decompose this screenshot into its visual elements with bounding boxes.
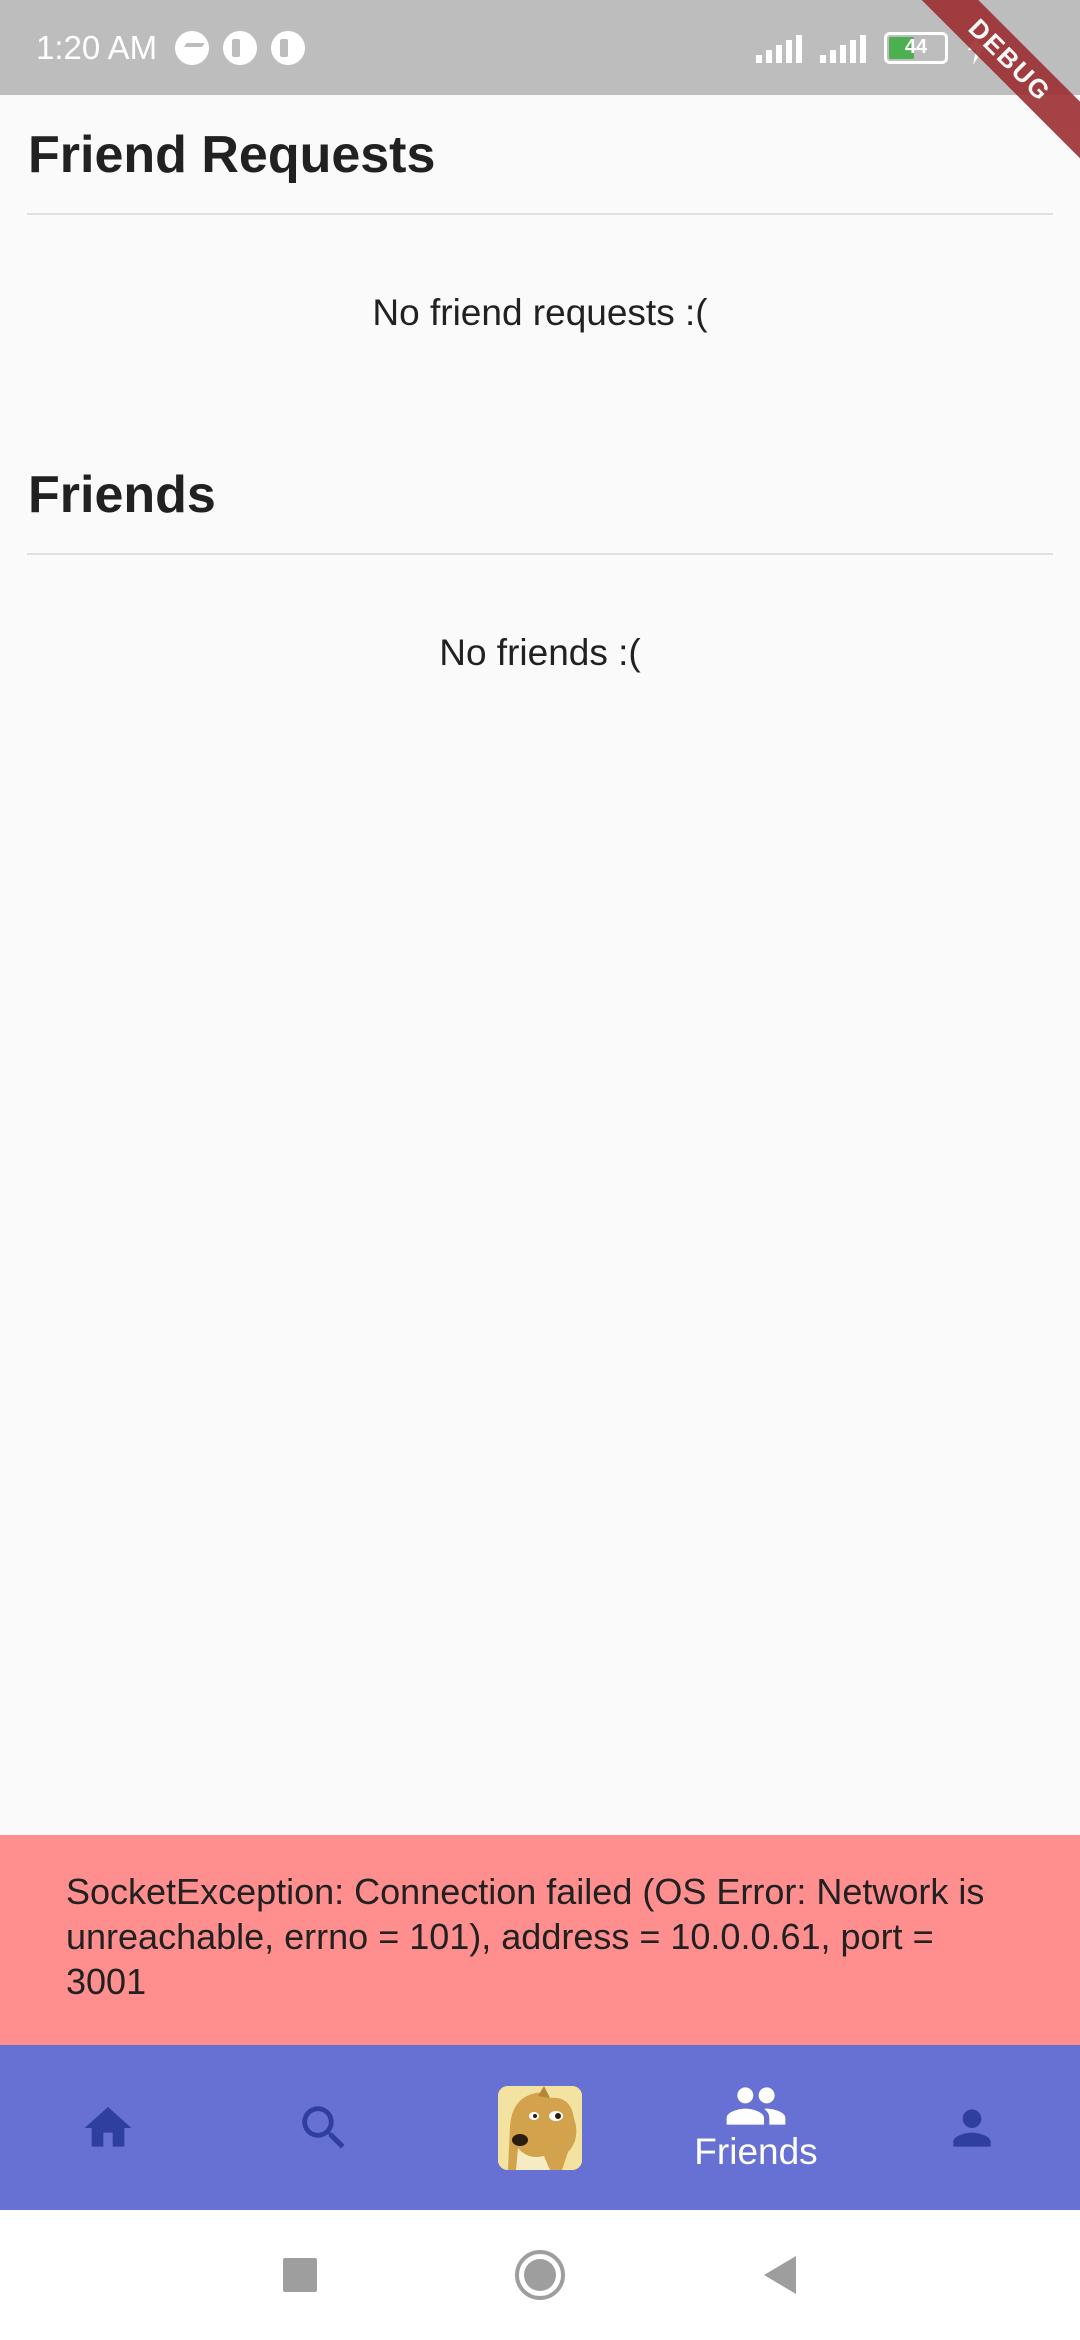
friend-requests-title: Friend Requests xyxy=(28,126,436,184)
friends-page: Friend Requests No friend requests :( Fr… xyxy=(0,95,1080,775)
back-triangle-icon xyxy=(764,2256,796,2294)
nav-friends-label: Friends xyxy=(694,2130,818,2172)
back-button[interactable] xyxy=(740,2235,820,2315)
status-bar: 1:20 AM 44 xyxy=(0,0,1080,95)
nav-search[interactable] xyxy=(234,2045,414,2210)
messenger-icon xyxy=(175,30,210,65)
bottom-navigation: Friends xyxy=(0,2045,1080,2210)
doge-icon xyxy=(498,2085,582,2170)
nav-doge-profile[interactable] xyxy=(450,2045,630,2210)
signal-icon xyxy=(820,33,866,63)
system-home-button[interactable] xyxy=(500,2235,580,2315)
app-notification-icon xyxy=(223,30,258,65)
person-icon xyxy=(953,2108,991,2147)
people-icon xyxy=(726,2086,786,2125)
status-time: 1:20 AM xyxy=(36,28,158,66)
search-icon xyxy=(302,2105,345,2149)
error-snackbar: SocketException: Connection failed (OS E… xyxy=(0,1835,1080,2045)
status-bar-left: 1:20 AM xyxy=(36,28,306,67)
nav-home[interactable] xyxy=(18,2045,198,2210)
signal-icon xyxy=(756,33,802,63)
friend-requests-empty-message: No friend requests :( xyxy=(372,292,708,333)
doge-avatar xyxy=(498,2085,582,2170)
nav-friends[interactable]: Friends xyxy=(666,2045,846,2210)
friends-title: Friends xyxy=(28,466,216,524)
error-message: SocketException: Connection failed (OS E… xyxy=(66,1871,985,2002)
recents-button[interactable] xyxy=(260,2235,340,2315)
system-navigation-bar xyxy=(0,2210,1080,2340)
battery-level: 44 xyxy=(904,36,928,58)
nav-profile[interactable] xyxy=(882,2045,1062,2210)
friends-empty-message: No friends :( xyxy=(439,632,641,673)
home-circle-icon xyxy=(515,2250,565,2300)
home-icon xyxy=(84,2106,132,2147)
app-notification-icon xyxy=(271,30,306,65)
battery-icon: 44 xyxy=(884,31,948,64)
status-bar-right: 44 xyxy=(756,30,988,65)
recents-square-icon xyxy=(283,2258,317,2292)
